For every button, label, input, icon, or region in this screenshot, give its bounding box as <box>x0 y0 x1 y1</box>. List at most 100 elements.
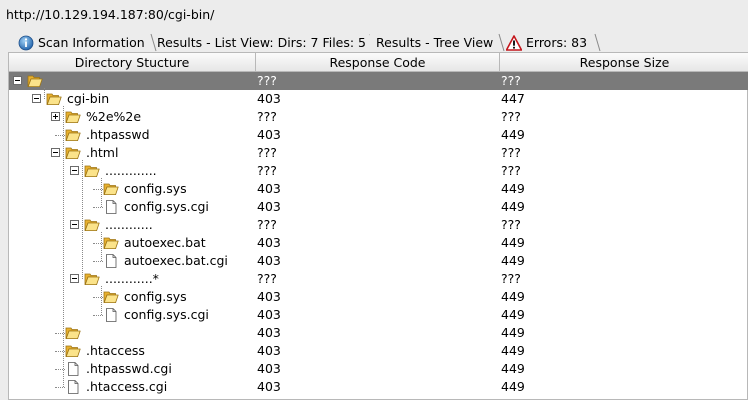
table-row[interactable]: .html?????? <box>9 144 748 162</box>
folder-icon <box>84 164 100 178</box>
response-code: 403 <box>257 253 281 268</box>
table-row[interactable]: autoexec.bat 403 449 <box>9 234 748 252</box>
response-code: 403 <box>257 307 281 322</box>
response-code: ??? <box>257 217 277 232</box>
tree-cell: .html <box>9 144 256 162</box>
table-row[interactable]: ............?????? <box>9 216 748 234</box>
table-row[interactable]: cgi-bin 403 447 <box>9 90 748 108</box>
collapse-toggle[interactable] <box>70 220 79 229</box>
tree-cell: .htpasswd <box>9 126 256 144</box>
url-text: http://10.129.194.187:80/cgi-bin/ <box>6 7 215 22</box>
table-row[interactable]: .............?????? <box>9 162 748 180</box>
entry-name: ............* <box>105 271 159 286</box>
response-code: 403 <box>257 235 281 250</box>
tab-label: Results - List View: Dirs: 7 Files: 5 <box>157 35 367 50</box>
response-size: 449 <box>501 379 525 394</box>
collapse-toggle[interactable] <box>13 76 22 85</box>
tab-bar: Scan Information Results - List View: Di… <box>0 30 748 52</box>
tree-cell <box>9 72 256 90</box>
table-row[interactable]: ?????? <box>9 72 748 90</box>
entry-name: .htpasswd <box>86 127 150 142</box>
table-row[interactable]: .htpasswd.cgi 403 449 <box>9 360 748 378</box>
tab-errors[interactable]: Errors: 83 <box>500 32 601 52</box>
response-size: 449 <box>501 199 525 214</box>
entry-name: config.sys.cgi <box>124 307 209 322</box>
table-row[interactable]: .htaccess.cgi 403 449 <box>9 378 748 396</box>
table-header: Directory Stucture Response Code Respons… <box>9 53 748 72</box>
tree-cell: autoexec.bat <box>9 234 256 252</box>
folder-icon <box>65 110 81 124</box>
table-row[interactable]: .htpasswd 403 449 <box>9 126 748 144</box>
column-header-response-code[interactable]: Response Code <box>256 53 500 72</box>
tree-cell: config.sys.cgi <box>9 198 256 216</box>
tab-results-list-view[interactable]: Results - List View: Dirs: 7 Files: 5 <box>151 32 376 52</box>
file-icon <box>103 200 119 214</box>
response-size: 449 <box>501 289 525 304</box>
response-code: 403 <box>257 199 281 214</box>
collapse-toggle[interactable] <box>51 148 60 157</box>
tab-results-tree-view[interactable]: Results - Tree View <box>370 32 505 52</box>
column-header-response-size[interactable]: Response Size <box>500 53 748 72</box>
response-code: 403 <box>257 361 281 376</box>
entry-name: .htpasswd.cgi <box>86 361 172 376</box>
file-icon <box>65 362 81 376</box>
response-code: ??? <box>257 163 277 178</box>
entry-name: %2e%2e <box>86 109 142 124</box>
expand-toggle[interactable] <box>51 112 60 121</box>
response-code: 403 <box>257 325 281 340</box>
table-row[interactable]: config.sys.cgi 403 449 <box>9 306 748 324</box>
table-row[interactable]: config.sys 403 449 <box>9 288 748 306</box>
response-size: ??? <box>501 163 521 178</box>
tree-cell: autoexec.bat.cgi <box>9 252 256 270</box>
table-row[interactable]: autoexec.bat.cgi 403 449 <box>9 252 748 270</box>
response-size: ??? <box>501 73 521 88</box>
tree-cell: %2e%2e <box>9 108 256 126</box>
table-row[interactable]: %2e%2e?????? <box>9 108 748 126</box>
table-row[interactable]: config.sys.cgi 403 449 <box>9 198 748 216</box>
collapse-toggle[interactable] <box>70 274 79 283</box>
response-code: 403 <box>257 127 281 142</box>
folder-icon <box>65 146 81 160</box>
entry-name: cgi-bin <box>67 91 110 106</box>
response-code: ??? <box>257 109 277 124</box>
results-tree-table[interactable]: Directory Stucture Response Code Respons… <box>8 52 748 400</box>
response-code: ??? <box>257 271 277 286</box>
response-code: ??? <box>257 145 277 160</box>
tree-cell: .htaccess <box>9 342 256 360</box>
table-row[interactable]: .htaccess 403 449 <box>9 342 748 360</box>
response-size: 449 <box>501 127 525 142</box>
entry-name: .htaccess.cgi <box>86 379 168 394</box>
tree-cell: ............ <box>9 216 256 234</box>
info-icon <box>18 35 34 50</box>
tab-label: Scan Information <box>38 35 145 50</box>
response-code: 403 <box>257 91 281 106</box>
file-icon <box>103 254 119 268</box>
collapse-toggle[interactable] <box>70 166 79 175</box>
response-size: 449 <box>501 181 525 196</box>
response-size: ??? <box>501 271 521 286</box>
response-code: ??? <box>257 73 277 88</box>
entry-name: ............. <box>105 163 157 178</box>
entry-name: ............ <box>105 217 153 232</box>
tab-scan-information[interactable]: Scan Information <box>12 32 157 52</box>
response-size: 449 <box>501 343 525 358</box>
tree-cell: .htaccess.cgi <box>9 378 256 396</box>
response-size: 447 <box>501 91 525 106</box>
folder-icon <box>65 344 81 358</box>
folder-icon <box>103 236 119 250</box>
entry-name: autoexec.bat.cgi <box>124 253 228 268</box>
tab-label: Errors: 83 <box>526 35 588 50</box>
table-row[interactable]: 403 449 <box>9 324 748 342</box>
column-header-directory[interactable]: Directory Stucture <box>9 53 256 72</box>
response-code: 403 <box>257 379 281 394</box>
tree-cell: ............* <box>9 270 256 288</box>
response-size: 449 <box>501 325 525 340</box>
response-size: 449 <box>501 361 525 376</box>
folder-icon <box>103 182 119 196</box>
response-size: ??? <box>501 109 521 124</box>
table-row[interactable]: config.sys 403 449 <box>9 180 748 198</box>
folder-icon <box>84 272 100 286</box>
entry-name: config.sys <box>124 289 187 304</box>
table-row[interactable]: ............*?????? <box>9 270 748 288</box>
collapse-toggle[interactable] <box>32 94 41 103</box>
